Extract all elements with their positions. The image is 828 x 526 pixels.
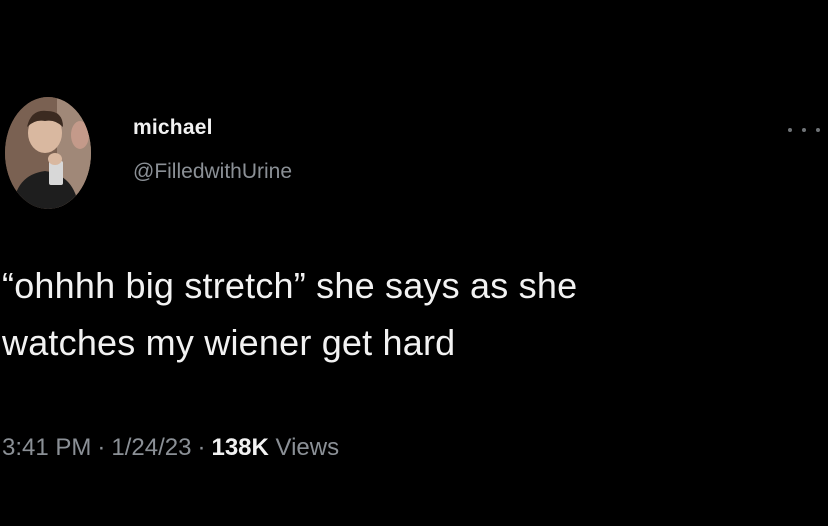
more-options-ellipsis-icon[interactable]	[788, 121, 820, 139]
tweet: michael @FilledwithUrine “ohhhh big stre…	[0, 0, 828, 526]
separator: ·	[97, 434, 106, 461]
tweet-date[interactable]: 1/24/23	[111, 434, 191, 461]
avatar[interactable]	[5, 97, 91, 209]
tweet-text-line: “ohhhh big stretch” she says as she	[2, 265, 578, 306]
separator: ·	[197, 434, 206, 461]
display-name[interactable]: michael	[133, 116, 213, 140]
dot	[802, 128, 806, 132]
views-label: Views	[275, 434, 340, 461]
profile-photo-icon	[5, 97, 91, 209]
dot	[816, 128, 820, 132]
views-count[interactable]: 138K	[211, 434, 268, 461]
dot	[788, 128, 792, 132]
tweet-text: “ohhhh big stretch” she says as she watc…	[2, 257, 802, 371]
tweet-text-line: watches my wiener get hard	[2, 322, 456, 363]
user-handle[interactable]: @FilledwithUrine	[133, 160, 292, 184]
tweet-time[interactable]: 3:41 PM	[2, 434, 91, 461]
tweet-metadata: 3:41 PM · 1/24/23 · 138K Views	[2, 434, 339, 462]
